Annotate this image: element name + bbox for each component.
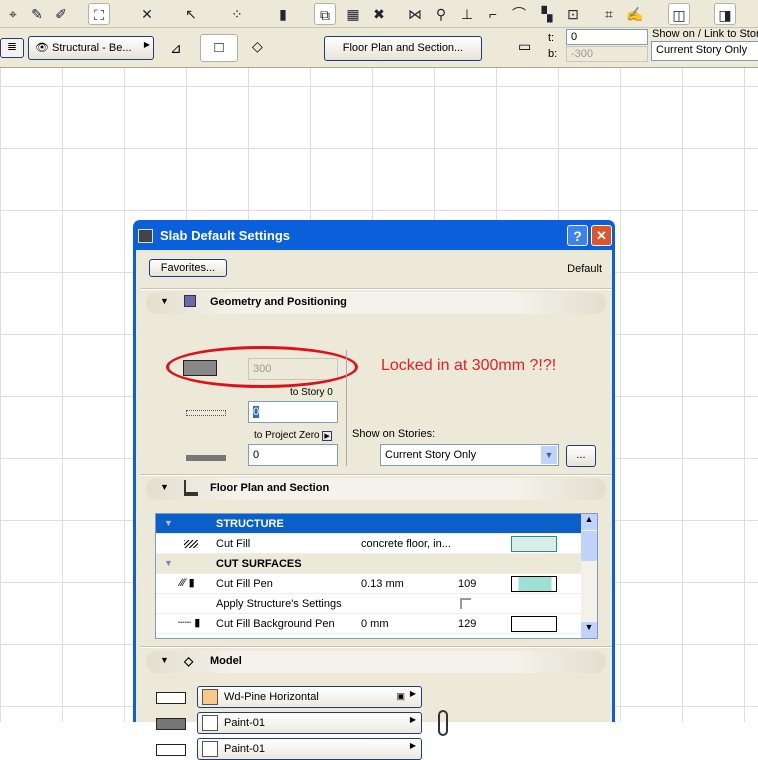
3d-icon[interactable]: ◨ [714, 3, 736, 25]
material-swatch [202, 715, 218, 731]
story-offset-icon [186, 410, 226, 416]
curve-icon[interactable]: ⌒ [508, 3, 530, 25]
layer-settings-icon[interactable]: ≣ [0, 38, 24, 58]
chain-link-icon[interactable] [438, 710, 448, 736]
grid-icon[interactable]: ⁘ [226, 3, 248, 25]
hatch-icon [184, 540, 198, 548]
snap-guide-icon[interactable]: ⛶ [88, 3, 110, 25]
dialog-title-bar[interactable]: Slab Default Settings ? ✕ [136, 220, 612, 250]
material-bottom-select[interactable]: Paint-01 ▶ [197, 738, 422, 760]
pen-icon: ⁄⁄⁄ ▮ [180, 577, 195, 589]
view-icon[interactable]: ◫ [668, 3, 690, 25]
adjust-icon[interactable]: ⚲ [430, 3, 452, 25]
resize-icon[interactable]: ⊡ [562, 3, 584, 25]
arrow-right-icon[interactable]: ▶ [322, 431, 332, 441]
scrollbar[interactable]: ▲ ▼ [581, 514, 597, 638]
layer-dropdown[interactable]: 👁 Structural - Be... ▶ [28, 36, 154, 60]
material-swatch [202, 689, 218, 705]
top-surface-icon [156, 692, 186, 704]
arrow-right-icon: ▶ [409, 741, 416, 750]
material-top-select[interactable]: Wd-Pine Horizontal ▣ ▶ [197, 686, 422, 708]
project-zero-icon [186, 455, 226, 461]
collapse-triangle-icon: ▼ [160, 482, 169, 492]
list-item-apply-structure[interactable]: Apply Structure's Settings [156, 594, 583, 614]
eye-icon: 👁 [35, 42, 49, 54]
offset-icon[interactable]: ▚ [536, 3, 558, 25]
info-box: ≣ 👁 Structural - Be... ▶ ⊿ □ ◇ Floor Pla… [0, 28, 758, 68]
to-project-zero-label: to Project Zero ▶ [254, 430, 332, 441]
floor-plan-icon [184, 480, 198, 496]
expand-triangle-icon: ▼ [164, 518, 173, 528]
top-elevation-input[interactable]: 0 [566, 29, 648, 45]
slab-thickness-icon: ▭ [518, 38, 532, 54]
close-button[interactable]: ✕ [591, 225, 612, 246]
pen-color-swatch[interactable] [511, 616, 557, 632]
ruler-icon[interactable]: ▦ [342, 3, 364, 25]
collapse-triangle-icon: ▼ [160, 296, 169, 306]
marker-icon[interactable]: ✍ [624, 3, 646, 25]
pointer-icon[interactable]: ↖ [180, 3, 202, 25]
list-item-cut-fill-pen[interactable]: ⁄⁄⁄ ▮ Cut Fill Pen 0.13 mm 109 [156, 574, 583, 594]
magic-wand-icon[interactable]: ⌖ [2, 3, 24, 25]
archicad-icon [138, 229, 153, 243]
section-model-header[interactable]: ▼ ◇ Model [146, 651, 606, 673]
main-toolbar: ⌖ ✎ ✐ ⛶ ✕ ↖ ⁘ ▮ ⧉ ▦ ✖ ⋈ ⚲ ⊥ ⌐ ⌒ ▚ ⊡ ⌗ ✍ ◫ ◨ [0, 0, 758, 28]
list-item-cut-fill[interactable]: Cut Fill concrete floor, in... [156, 534, 583, 554]
annotation-text: Locked in at 300mm ?!?! [381, 357, 557, 374]
syringe-icon[interactable]: ✐ [50, 3, 72, 25]
chevron-down-icon: ▼ [541, 446, 557, 464]
geometry-icon [184, 295, 196, 307]
pen-color-swatch[interactable] [511, 576, 557, 592]
slab-settings-dialog: Slab Default Settings ? ✕ Favorites... D… [133, 220, 615, 760]
geometry-rectangle-icon[interactable]: □ [200, 34, 238, 62]
cross-icon[interactable]: ✖ [368, 3, 390, 25]
scroll-thumb[interactable] [581, 531, 597, 561]
divider [346, 350, 347, 466]
to-story-input[interactable]: 0 [248, 401, 338, 423]
checkbox[interactable] [460, 598, 471, 609]
floor-plan-settings-list: ▼ STRUCTURE Cut Fill concrete floor, in.… [155, 513, 598, 639]
geometry-rotated-rect-icon[interactable]: ◇ [252, 38, 263, 55]
pen-icon[interactable]: ▮ [272, 3, 294, 25]
elevation-icon[interactable]: ⊥ [456, 3, 478, 25]
floor-plan-section-button[interactable]: Floor Plan and Section... [324, 36, 482, 61]
bottom-elevation-input: -300 [566, 46, 648, 62]
more-stories-button[interactable]: ... [566, 445, 596, 467]
expand-triangle-icon: ▼ [164, 558, 173, 568]
side-surface-icon [156, 718, 186, 730]
arrow-right-icon: ▶ [409, 689, 416, 698]
trim-icon[interactable]: ✕ [136, 3, 158, 25]
layer-stack-icon[interactable]: ⧉ [314, 3, 336, 25]
fillet-icon[interactable]: ⌐ [482, 3, 504, 25]
list-header-cut-surfaces[interactable]: ▼ CUT SURFACES [156, 554, 583, 574]
material-swatch [202, 741, 218, 757]
texture-icon: ▣ [396, 691, 405, 701]
section-geometry-header[interactable]: ▼ Geometry and Positioning [146, 292, 606, 314]
help-button[interactable]: ? [567, 225, 588, 246]
split-icon[interactable]: ⋈ [404, 3, 426, 25]
collapse-triangle-icon: ▼ [160, 655, 169, 665]
arrow-right-icon: ▶ [143, 40, 150, 49]
arrow-right-icon: ▶ [409, 715, 416, 724]
rotate-icon[interactable]: ⌗ [598, 3, 620, 25]
eyedropper-icon[interactable]: ✎ [26, 3, 48, 25]
scroll-down-icon[interactable]: ▼ [581, 622, 597, 638]
to-project-zero-input[interactable]: 0 [248, 444, 338, 466]
scroll-up-icon[interactable]: ▲ [581, 514, 597, 530]
favorites-button[interactable]: Favorites... [149, 259, 227, 277]
geometry-polygon-icon[interactable]: ⊿ [170, 40, 182, 57]
show-on-stories-select[interactable]: Current Story Only ▼ [380, 444, 559, 466]
show-on-stories-select[interactable]: Current Story Only [651, 41, 758, 61]
pen-icon: ┄┄ ▮ [178, 617, 201, 629]
annotation-red-ellipse [166, 346, 358, 388]
section-floor-plan-header[interactable]: ▼ Floor Plan and Section [146, 478, 606, 500]
list-item-cut-fill-background-pen[interactable]: ┄┄ ▮ Cut Fill Background Pen 0 mm 129 [156, 614, 583, 634]
material-side-select[interactable]: Paint-01 ▶ [197, 712, 422, 734]
fill-swatch[interactable] [511, 536, 557, 552]
model-icon: ◇ [184, 654, 194, 668]
list-header-structure[interactable]: ▼ STRUCTURE [156, 514, 583, 534]
bottom-surface-icon [156, 744, 186, 756]
